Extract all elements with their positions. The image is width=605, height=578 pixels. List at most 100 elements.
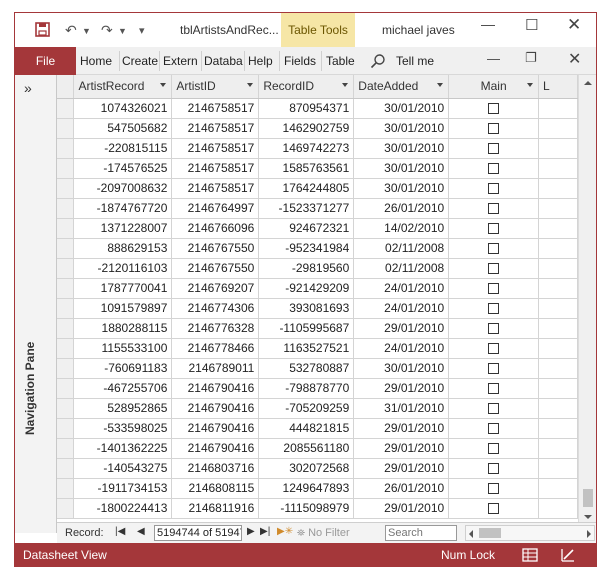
cell-l[interactable] bbox=[538, 338, 578, 359]
cell-artistid[interactable]: 2146767550 bbox=[171, 238, 260, 259]
user-name[interactable]: michael javes bbox=[382, 23, 455, 37]
record-selector[interactable] bbox=[57, 158, 75, 179]
new-record-icon[interactable]: ▶✳ bbox=[277, 526, 293, 537]
design-view-icon[interactable] bbox=[559, 546, 577, 564]
horizontal-scrollbar[interactable] bbox=[465, 525, 595, 541]
main-checkbox[interactable] bbox=[488, 463, 500, 475]
column-dropdown-icon[interactable] bbox=[437, 83, 444, 87]
tell-me-box[interactable]: Tell me bbox=[396, 54, 434, 68]
record-selector[interactable] bbox=[57, 298, 75, 319]
table-row[interactable]: -140543275 2146803716 302072568 29/01/2010 bbox=[57, 458, 578, 479]
cell-artistrecord[interactable]: -2120116103 bbox=[73, 258, 173, 279]
cell-artistrecord[interactable]: 1787770041 bbox=[73, 278, 173, 299]
undo-dropdown-icon[interactable]: ▼ bbox=[82, 26, 91, 36]
cell-l[interactable] bbox=[538, 378, 578, 399]
scroll-left-icon[interactable] bbox=[469, 530, 473, 538]
cell-l[interactable] bbox=[538, 438, 578, 459]
cell-dateadded[interactable]: 02/11/2008 bbox=[353, 238, 450, 259]
redo-dropdown-icon[interactable]: ▼ bbox=[118, 26, 127, 36]
cell-recordid[interactable]: -705209259 bbox=[258, 398, 355, 419]
table-row[interactable]: -1800224413 2146811916 -1115098979 29/01/20… bbox=[57, 498, 578, 519]
main-checkbox[interactable] bbox=[488, 143, 500, 155]
cell-recordid[interactable]: 1585763561 bbox=[258, 158, 355, 179]
record-selector[interactable] bbox=[57, 458, 75, 479]
cell-recordid[interactable]: 1163527521 bbox=[258, 338, 355, 359]
select-all-corner[interactable] bbox=[57, 75, 75, 99]
table-row[interactable]: -1401362225 2146790416 2085561180 29/01/201… bbox=[57, 438, 578, 459]
cell-artistid[interactable]: 2146790416 bbox=[171, 438, 260, 459]
current-record-field[interactable]: 5194744 of 51947 bbox=[154, 525, 242, 541]
table-row[interactable]: -760691183 2146789011 532780887 30/01/2010 bbox=[57, 358, 578, 379]
record-selector[interactable] bbox=[57, 318, 75, 339]
cell-recordid[interactable]: 393081693 bbox=[258, 298, 355, 319]
table-row[interactable]: 1787770041 2146769207 -921429209 24/01/2010 bbox=[57, 278, 578, 299]
main-checkbox[interactable] bbox=[488, 363, 500, 375]
scroll-up-icon[interactable] bbox=[584, 81, 592, 85]
table-row[interactable]: 547505682 2146758517 1462902759 30/01/2010 bbox=[57, 118, 578, 139]
cell-l[interactable] bbox=[538, 238, 578, 259]
cell-artistrecord[interactable]: -1911734153 bbox=[73, 478, 173, 499]
navigation-pane[interactable]: » Navigation Pane bbox=[15, 75, 57, 533]
cell-recordid[interactable]: 532780887 bbox=[258, 358, 355, 379]
save-icon[interactable] bbox=[35, 22, 50, 37]
cell-recordid[interactable]: 1764244805 bbox=[258, 178, 355, 199]
cell-recordid[interactable]: 1462902759 bbox=[258, 118, 355, 139]
table-row[interactable]: 888629153 2146767550 -952341984 02/11/2008 bbox=[57, 238, 578, 259]
cell-dateadded[interactable]: 26/01/2010 bbox=[353, 478, 450, 499]
scroll-down-icon[interactable] bbox=[584, 515, 592, 519]
ribbon-minimize-icon[interactable]: — bbox=[487, 51, 500, 66]
cell-dateadded[interactable]: 30/01/2010 bbox=[353, 178, 450, 199]
main-checkbox[interactable] bbox=[488, 203, 500, 215]
cell-dateadded[interactable]: 30/01/2010 bbox=[353, 358, 450, 379]
cell-dateadded[interactable]: 24/01/2010 bbox=[353, 278, 450, 299]
record-selector[interactable] bbox=[57, 98, 75, 119]
record-selector[interactable] bbox=[57, 138, 75, 159]
cell-artistrecord[interactable]: -533598025 bbox=[73, 418, 173, 439]
cell-recordid[interactable]: -1105995687 bbox=[258, 318, 355, 339]
main-checkbox[interactable] bbox=[488, 243, 500, 255]
cell-l[interactable] bbox=[538, 298, 578, 319]
table-row[interactable]: 1371228007 2146766096 924672321 14/02/2010 bbox=[57, 218, 578, 239]
column-dropdown-icon[interactable] bbox=[160, 83, 167, 87]
cell-artistrecord[interactable]: -1874767720 bbox=[73, 198, 173, 219]
cell-l[interactable] bbox=[538, 178, 578, 199]
cell-artistrecord[interactable]: -220815115 bbox=[73, 138, 173, 159]
cell-dateadded[interactable]: 29/01/2010 bbox=[353, 438, 450, 459]
main-checkbox[interactable] bbox=[488, 283, 500, 295]
horizontal-scroll-thumb[interactable] bbox=[479, 528, 501, 538]
cell-dateadded[interactable]: 14/02/2010 bbox=[353, 218, 450, 239]
scroll-right-icon[interactable] bbox=[587, 530, 591, 538]
vertical-scrollbar[interactable] bbox=[578, 75, 596, 533]
search-icon[interactable] bbox=[370, 53, 386, 69]
column-header-recordid[interactable]: RecordID bbox=[258, 75, 355, 99]
cell-artistid[interactable]: 2146774306 bbox=[171, 298, 260, 319]
column-dropdown-icon[interactable] bbox=[247, 83, 254, 87]
table-row[interactable]: 1091579897 2146774306 393081693 24/01/2010 bbox=[57, 298, 578, 319]
cell-l[interactable] bbox=[538, 138, 578, 159]
cell-artistid[interactable]: 2146790416 bbox=[171, 398, 260, 419]
record-selector[interactable] bbox=[57, 338, 75, 359]
main-checkbox[interactable] bbox=[488, 343, 500, 355]
record-selector[interactable] bbox=[57, 198, 75, 219]
cell-dateadded[interactable]: 24/01/2010 bbox=[353, 298, 450, 319]
cell-artistrecord[interactable]: -1401362225 bbox=[73, 438, 173, 459]
restore-icon[interactable]: ❐ bbox=[525, 50, 537, 66]
cell-artistid[interactable]: 2146776328 bbox=[171, 318, 260, 339]
main-checkbox[interactable] bbox=[488, 383, 500, 395]
record-selector[interactable] bbox=[57, 398, 75, 419]
cell-recordid[interactable]: -952341984 bbox=[258, 238, 355, 259]
cell-artistid[interactable]: 2146769207 bbox=[171, 278, 260, 299]
cell-l[interactable] bbox=[538, 318, 578, 339]
table-row[interactable]: 1880288115 2146776328 -1105995687 29/01/201… bbox=[57, 318, 578, 339]
record-selector[interactable] bbox=[57, 258, 75, 279]
column-header-dateadded[interactable]: DateAdded bbox=[353, 75, 450, 99]
cell-l[interactable] bbox=[538, 218, 578, 239]
column-dropdown-icon[interactable] bbox=[342, 83, 349, 87]
table-row[interactable]: -174576525 2146758517 1585763561 30/01/2010 bbox=[57, 158, 578, 179]
table-row[interactable]: -220815115 2146758517 1469742273 30/01/2010 bbox=[57, 138, 578, 159]
tab-external-data[interactable]: Extern bbox=[163, 54, 198, 68]
cell-recordid[interactable]: 2085561180 bbox=[258, 438, 355, 459]
record-selector[interactable] bbox=[57, 218, 75, 239]
main-checkbox[interactable] bbox=[488, 103, 500, 115]
table-row[interactable]: -533598025 2146790416 444821815 29/01/2010 bbox=[57, 418, 578, 439]
